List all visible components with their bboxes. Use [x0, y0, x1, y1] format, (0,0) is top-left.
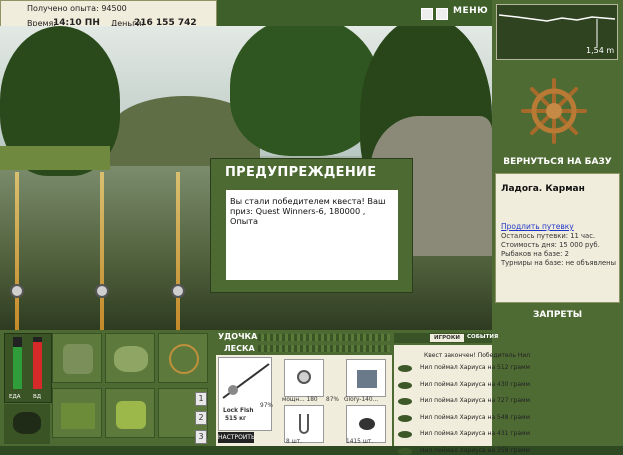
location-name: Ладога. Карман [501, 184, 585, 194]
fish-icon [398, 398, 412, 405]
reel-icon [297, 370, 311, 384]
basket-slot[interactable] [105, 388, 155, 438]
fishing-rod-2[interactable] [100, 172, 104, 330]
fish-icon [398, 381, 412, 389]
fishing-rod-3[interactable] [176, 172, 180, 330]
tournaments-text: Турниры на базе: не объявлены [501, 259, 616, 267]
tools-icon[interactable] [436, 8, 448, 20]
page-1-button[interactable]: 1 [195, 392, 207, 406]
fish-icon [398, 365, 412, 372]
lure-slot[interactable] [52, 388, 102, 438]
rod-wear: 97% [260, 403, 273, 409]
quest-message: Квест закончен! Победитель Нил [424, 352, 531, 359]
rod-weight: 515 кг [225, 416, 247, 422]
bait-box-icon [357, 370, 377, 388]
reel-2[interactable] [95, 284, 109, 298]
hook-icon [299, 414, 309, 434]
bag-icon [114, 346, 148, 372]
bug-icon [359, 418, 375, 430]
food-gauge-fill [13, 347, 22, 389]
location-info-panel: Ладога. Карман Продлить путевку Осталось… [495, 173, 620, 303]
tab-events[interactable]: СОБЫТИЯ [467, 334, 498, 340]
tab-players[interactable]: ИГРОКИ [430, 334, 464, 342]
food-label: ЕДА [9, 394, 21, 400]
grass-bank [0, 146, 110, 170]
list-item: Нил поймал Хариуса на 512 грамм [420, 364, 531, 371]
list-item: Нил поймал Хариуса на 548 грамм [420, 413, 531, 421]
rod-name: Lock Fish [223, 408, 254, 414]
reel-1[interactable] [10, 284, 24, 298]
line-durability-bar [258, 345, 390, 352]
warning-dialog: ПРЕДУПРЕЖДЕНИЕ Вы стали победителем квес… [210, 158, 413, 293]
experience-text: Получено опыта: 94500 [27, 4, 127, 13]
page-2-button[interactable]: 2 [195, 411, 207, 425]
extend-trip-link[interactable]: Продлить путевку [501, 222, 574, 231]
pause-icon[interactable] [421, 8, 433, 20]
bucket-icon [116, 401, 146, 429]
depth-value: 1,54 m [586, 46, 615, 55]
item-slot[interactable] [346, 359, 386, 397]
list-item: Нил поймал Хариуса на 727 грамм [420, 397, 531, 404]
energy-gauge [33, 337, 42, 389]
reel-slot[interactable] [284, 359, 324, 397]
bans-button[interactable]: ЗАПРЕТЫ [492, 310, 623, 320]
landing-net-icon [169, 344, 199, 374]
tackle-header: УДОЧКА ЛЕСКА [216, 330, 392, 354]
anglers-text: Рыбаков на базе: 2 [501, 250, 569, 258]
reel-3[interactable] [171, 284, 185, 298]
list-item: Нил поймал Хариуса на 430 грамм [420, 380, 531, 388]
fish-icon [398, 431, 412, 438]
day-cost-text: Стоимость дня: 15 000 руб. [501, 241, 600, 249]
item-caption: Glory-140... [344, 397, 379, 403]
fish-icon [398, 447, 412, 455]
dialog-message: Вы стали победителем квеста! Ваш приз: Q… [226, 190, 398, 280]
energy-gauge-fill [33, 342, 42, 389]
reel-wear: 87% [326, 397, 339, 403]
dialog-title: ПРЕДУПРЕЖДЕНИЕ [225, 165, 377, 180]
event-log: Квест закончен! Победитель Нил Нил пойма… [394, 345, 530, 455]
rod-label: УДОЧКА [218, 332, 258, 341]
cauldron-slot[interactable] [4, 404, 50, 444]
lure-box-icon [61, 403, 95, 429]
status-gauges: ЕДА ВД [4, 333, 52, 403]
menu-button[interactable]: МЕНЮ [453, 6, 488, 16]
setup-button[interactable]: НАСТРОИТЬ [218, 432, 255, 443]
return-to-base-button[interactable]: ВЕРНУТЬСЯ НА БАЗУ [492, 157, 623, 167]
list-item: Нил поймал Хариуса на 358 грамм [420, 446, 531, 454]
hook-slot[interactable] [284, 405, 324, 443]
backpack-slot[interactable] [52, 333, 102, 383]
food-gauge [13, 337, 22, 389]
reel-caption: мощн... 180 [282, 397, 318, 403]
net-slot[interactable] [158, 333, 208, 383]
fishing-rod-1[interactable] [15, 172, 19, 330]
list-item: Нил поймал Хариуса на 431 грамм [420, 430, 531, 437]
ship-wheel-icon[interactable] [521, 78, 587, 144]
fish-icon [398, 414, 412, 422]
tree-center [230, 26, 380, 156]
line-label: ЛЕСКА [224, 344, 255, 353]
bait-slot[interactable] [346, 405, 386, 443]
bag-slot[interactable] [105, 333, 155, 383]
page-3-button[interactable]: 3 [195, 430, 207, 444]
backpack-icon [63, 344, 93, 374]
rod-slot[interactable]: Lock Fish 515 кг [218, 357, 272, 431]
energy-label: ВД [33, 394, 42, 400]
rod-icon [222, 363, 270, 399]
bait-count: 1415 шт. [346, 439, 374, 445]
cauldron-icon [13, 412, 41, 434]
trip-left-text: Осталось путевки: 11 час. [501, 232, 596, 240]
rod-durability-bar [258, 334, 390, 341]
hook-count: 8 шт. [286, 439, 303, 445]
